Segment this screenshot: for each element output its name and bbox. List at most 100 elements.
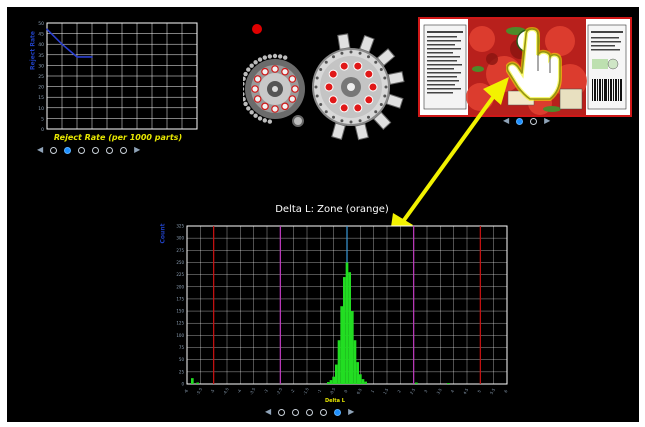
reject-rate-panel[interactable]: 0 5 10 15 20 25 30 35 40 45 50 Reject Rate Reject …	[23, 19, 203, 144]
histogram-ylabel: Count	[159, 223, 167, 244]
histogram-page-dot[interactable]	[292, 408, 300, 416]
histogram-pager: ◀ ▶	[265, 408, 354, 416]
histogram-x-tick-label: 1	[370, 388, 376, 393]
histogram-bar	[332, 376, 335, 384]
histogram-bar	[329, 380, 333, 384]
histogram-bar	[353, 340, 357, 384]
histogram-bar	[348, 272, 351, 384]
histogram-x-tick-label: 1.5	[382, 387, 390, 395]
histogram-bar	[356, 362, 359, 384]
histogram-x-tick-label: -2	[289, 388, 296, 394]
histogram-x-tick-label: 2.5	[409, 387, 417, 395]
histogram-x-tick-label: -3	[263, 388, 270, 394]
histogram-y-tick-label: 300	[176, 236, 184, 241]
histogram-chart: 0255075100125150175200225250275300325-6-…	[176, 224, 509, 396]
histogram-y-tick-label: 225	[176, 272, 184, 277]
histogram-x-tick-label: -1	[316, 388, 323, 394]
histogram-y-tick-label: 275	[176, 248, 184, 253]
reject-rate-pager: ◀ ▶	[37, 146, 140, 154]
histogram-x-tick-label: 5.5	[489, 387, 497, 395]
reject-rate-ylabel: Reject Rate	[29, 31, 37, 70]
label-next-arrow-icon[interactable]: ▶	[544, 117, 550, 125]
histogram-x-tick-label: -0.5	[328, 386, 336, 395]
reject-y-tick-label: 45	[38, 32, 44, 38]
histogram-bar	[196, 382, 199, 384]
histogram-y-tick-label: 250	[176, 260, 184, 265]
feed-wheel-icon	[243, 53, 305, 127]
histogram-y-tick-label: 150	[176, 309, 184, 314]
histogram-x-tick-label: -2.5	[275, 386, 283, 395]
histogram-bar	[447, 383, 450, 384]
reject-y-tick-label: 40	[38, 42, 44, 48]
histogram-x-tick-label: -3.5	[248, 386, 256, 395]
reject-page-dot[interactable]	[106, 146, 114, 154]
reject-data-point	[91, 56, 93, 58]
histogram-xlabel: Delta L	[325, 398, 345, 404]
histogram-y-tick-label: 100	[176, 333, 184, 338]
histogram-x-tick-label: 2	[396, 388, 402, 393]
histogram-bar	[337, 340, 341, 384]
histogram-x-tick-label: -5.5	[195, 386, 203, 395]
histogram-page-dot[interactable]	[320, 408, 328, 416]
histogram-bar	[364, 381, 367, 384]
histogram-prev-arrow-icon[interactable]: ◀	[265, 408, 271, 416]
histogram-x-tick-label: 6	[503, 388, 509, 393]
histogram-page-dot[interactable]	[306, 408, 314, 416]
histogram-y-tick-label: 75	[179, 345, 185, 350]
histogram-y-tick-label: 125	[176, 321, 184, 326]
hmi-screen: 0 5 10 15 20 25 30 35 40 45 50 Reject Rate Reject …	[7, 7, 639, 422]
histogram-bar	[359, 374, 362, 384]
reject-y-tick-label: 20	[38, 85, 44, 91]
reject-y-tick-label: 10	[38, 106, 44, 112]
status-light-icon	[252, 24, 262, 34]
reject-rate-xlabel: Reject Rate (per 1000 parts)	[53, 133, 183, 142]
reject-data-point	[46, 28, 48, 31]
histogram-page-dot[interactable]	[334, 408, 342, 416]
histogram-bar	[345, 262, 349, 384]
label-page-dot[interactable]	[516, 117, 524, 125]
histogram-bar	[327, 382, 330, 384]
histogram-panel[interactable]: 0 25 50 75 100 125 150 175 200 225 250 275 300 325 -6-…	[155, 214, 515, 409]
histogram-y-tick-label: 50	[179, 357, 185, 362]
histogram-y-tick-label: 325	[176, 224, 184, 229]
reject-page-dot[interactable]	[78, 146, 86, 154]
histogram-next-arrow-icon[interactable]: ▶	[348, 408, 354, 416]
reject-page-dot[interactable]	[64, 146, 72, 154]
reject-data-point	[61, 43, 63, 45]
reject-y-tick-label: 5	[41, 116, 44, 122]
reject-y-tick-label: 30	[38, 63, 44, 69]
histogram-bar	[351, 311, 354, 384]
histogram-y-tick-label: 0	[181, 382, 184, 387]
histogram-x-tick-label: 4.5	[462, 387, 470, 395]
histogram-bar	[361, 379, 365, 384]
histogram-x-tick-label: 5	[476, 388, 482, 393]
histogram-x-tick-label: -6	[183, 388, 190, 394]
histogram-bar	[343, 277, 346, 384]
reject-y-tick-label: 25	[38, 74, 44, 80]
reject-next-arrow-icon[interactable]: ▶	[134, 146, 140, 154]
histogram-x-tick-label: -1.5	[302, 386, 310, 395]
reject-page-dot[interactable]	[120, 146, 128, 154]
histogram-x-tick-label: -5	[209, 388, 216, 394]
histogram-x-tick-label: -4.5	[222, 386, 230, 395]
histogram-y-tick-label: 25	[179, 369, 185, 374]
reject-page-dot[interactable]	[50, 146, 58, 154]
reject-page-dot[interactable]	[92, 146, 100, 154]
histogram-page-dot[interactable]	[278, 408, 286, 416]
histogram-bar	[415, 382, 418, 384]
histogram-bar	[335, 364, 338, 384]
histogram-bar	[340, 306, 343, 384]
reject-y-tick-label: 50	[38, 21, 44, 27]
reject-rate-chart: 05101520253035404550	[38, 21, 198, 133]
label-page-dot[interactable]	[530, 117, 538, 125]
histogram-x-tick-label: 0.5	[355, 387, 363, 395]
histogram-bar	[191, 378, 194, 384]
reject-y-tick-label: 15	[38, 95, 44, 101]
reject-y-tick-label: 35	[38, 53, 44, 59]
histogram-x-tick-label: 0	[343, 388, 349, 393]
histogram-x-tick-label: 3.5	[435, 387, 443, 395]
histogram-x-tick-label: -4	[236, 388, 243, 394]
reject-data-point	[76, 56, 78, 58]
reject-prev-arrow-icon[interactable]: ◀	[37, 146, 43, 154]
histogram-y-tick-label: 200	[176, 284, 184, 289]
